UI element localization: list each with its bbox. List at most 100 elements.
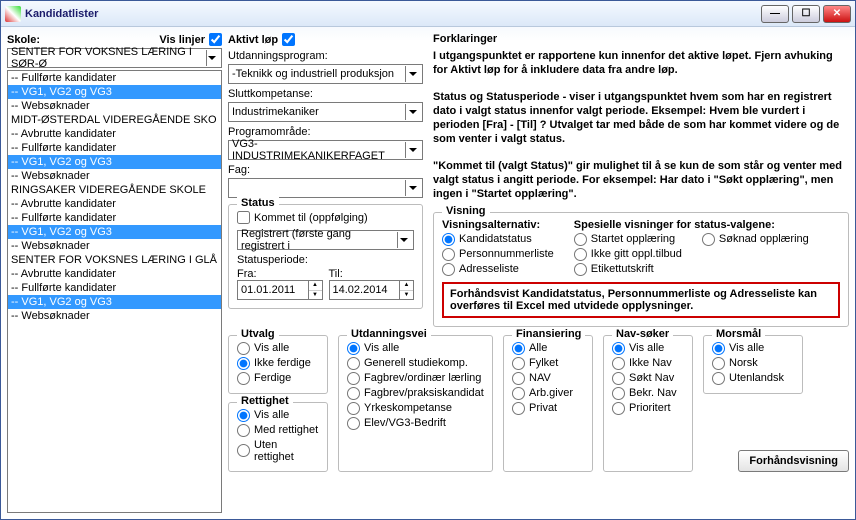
legend: Utdanningsvei [347,328,431,340]
left-header: Skole: Vis linjer [7,33,222,46]
radio-s-kt-nav[interactable]: Søkt Nav [612,372,684,385]
programomrade-label: Programområde: [228,126,423,138]
chevron-down-icon [405,142,419,158]
radio-utenlandsk[interactable]: Utenlandsk [712,372,794,385]
spes-col2: Søknad opplæring [702,233,809,276]
radio-privat[interactable]: Privat [512,402,584,415]
chevron-down-icon [397,232,410,248]
list-item[interactable]: -- Fullførte kandidater [8,211,221,225]
spinner-icon[interactable]: ▲▼ [400,280,414,300]
radio-elev-vg3-bedrift[interactable]: Elev/VG3-Bedrift [347,417,484,430]
radio-ikke-nav[interactable]: Ikke Nav [612,357,684,370]
vis-linjer-label: Vis linjer [159,34,205,46]
skole-combo[interactable]: SENTER FOR VOKSNES LÆRING I SØR-Ø [7,48,222,68]
minimize-button[interactable]: — [761,5,789,23]
visning-fieldset: Visning Visningsalternativ: Kandidatstat… [433,212,849,327]
spes-col1: Startet opplæring Ikke gitt oppl.tilbud … [574,233,682,276]
list-item[interactable]: -- Fullførte kandidater [8,71,221,85]
body: Skole: Vis linjer SENTER FOR VOKSNES LÆR… [1,27,855,519]
spesielle-col: Spesielle visninger for status-valgene: … [574,219,840,276]
fag-combo[interactable] [228,178,423,198]
radio-fylket[interactable]: Fylket [512,357,584,370]
list-item[interactable]: -- Avbrutte kandidater [8,267,221,281]
maximize-button[interactable]: ☐ [792,5,820,23]
vis-linjer-checkbox[interactable] [209,33,222,46]
list-item[interactable]: -- Fullførte kandidater [8,281,221,295]
radio-yrkeskompetanse[interactable]: Yrkeskompetanse [347,402,484,415]
window: Kandidatlister — ☐ ✕ Skole: Vis linjer S… [0,0,856,520]
list-item[interactable]: MIDT-ØSTERDAL VIDEREGÅENDE SKO [8,113,221,127]
radio-startet-opplaering[interactable]: Startet opplæring [574,233,682,246]
radio-ikke-ferdige[interactable]: Ikke ferdige [237,357,319,370]
middle-panel: Aktivt løp Utdanningsprogram: -Teknikk o… [228,33,423,327]
statusperiode-label: Statusperiode: [237,254,414,266]
spinner-icon[interactable]: ▲▼ [309,280,323,300]
fra-input[interactable]: 01.01.2011 ▲▼ [237,280,323,300]
list-item[interactable]: -- Websøknader [8,239,221,253]
list-item[interactable]: -- VG1, VG2 og VG3 [8,225,221,239]
radio-generell-studiekomp-[interactable]: Generell studiekomp. [347,357,484,370]
til-input[interactable]: 14.02.2014 ▲▼ [329,280,415,300]
radio-vis-alle[interactable]: Vis alle [237,342,319,355]
list-item[interactable]: -- Avbrutte kandidater [8,197,221,211]
radio-ikke-gitt[interactable]: Ikke gitt oppl.tilbud [574,248,682,261]
list-item[interactable]: -- VG1, VG2 og VG3 [8,85,221,99]
radio-vis-alle[interactable]: Vis alle [237,409,319,422]
radio-med-rettighet[interactable]: Med rettighet [237,424,319,437]
sluttkompetanse-combo[interactable]: Industrimekaniker [228,102,423,122]
programomrade-combo[interactable]: VG3-INDUSTRIMEKANIKERFAGET [228,140,423,160]
radio-alle[interactable]: Alle [512,342,584,355]
skole-list[interactable]: -- Fullførte kandidater-- VG1, VG2 og VG… [7,70,222,513]
radio-adresseliste[interactable]: Adresseliste [442,263,554,276]
radio-uten-rettighet[interactable]: Uten rettighet [237,439,319,463]
radio-fagbrev-praksiskandidat[interactable]: Fagbrev/praksiskandidat [347,387,484,400]
legend: Finansiering [512,328,585,340]
status-legend: Status [237,197,279,209]
radio-soknad-opplaering[interactable]: Søknad opplæring [702,233,809,246]
list-item[interactable]: -- Websøknader [8,169,221,183]
radio-vis-alle[interactable]: Vis alle [612,342,684,355]
utvalg-fieldset: UtvalgVis alleIkke ferdigeFerdige [228,335,328,394]
kommet-til-row: Kommet til (oppfølging) [237,211,414,224]
explain-p2: Status og Statusperiode - viser i utgang… [433,90,849,147]
aktivt-lop-checkbox[interactable] [282,33,295,46]
morsmal-preview-col: MorsmålVis alleNorskUtenlandsk Forhåndsv… [703,331,849,472]
right-panel: Forklaringer I utgangspunktet er rapport… [433,33,849,327]
list-item[interactable]: SENTER FOR VOKSNES LÆRING I GLÅ [8,253,221,267]
kommet-til-checkbox[interactable] [237,211,250,224]
list-item[interactable]: -- Websøknader [8,99,221,113]
radio-bekr-nav[interactable]: Bekr. Nav [612,387,684,400]
chevron-down-icon [405,180,419,196]
radio-vis-alle[interactable]: Vis alle [347,342,484,355]
window-title: Kandidatlister [25,8,761,20]
explain-p1: I utgangspunktet er rapportene kun innen… [433,49,849,78]
list-item[interactable]: -- VG1, VG2 og VG3 [8,295,221,309]
utdanningsprogram-combo[interactable]: -Teknikk og industriell produksjon [228,64,423,84]
list-item[interactable]: -- Avbrutte kandidater [8,127,221,141]
radio-nav[interactable]: NAV [512,372,584,385]
status-fieldset: Status Kommet til (oppfølging) Registrer… [228,204,423,309]
status-combo[interactable]: Registrert (første gang registrert i [237,230,414,250]
list-item[interactable]: RINGSAKER VIDEREGÅENDE SKOLE [8,183,221,197]
fra-col: Fra: 01.01.2011 ▲▼ [237,268,323,300]
list-item[interactable]: -- VG1, VG2 og VG3 [8,155,221,169]
radio-ferdige[interactable]: Ferdige [237,372,319,385]
radio-arb-giver[interactable]: Arb.giver [512,387,584,400]
radio-etikettutskrift[interactable]: Etikettutskrift [574,263,682,276]
list-item[interactable]: -- Websøknader [8,309,221,323]
list-item[interactable]: -- Fullførte kandidater [8,141,221,155]
sluttkompetanse-label: Sluttkompetanse: [228,88,423,100]
radio-kandidatstatus[interactable]: Kandidatstatus [442,233,554,246]
legend: Rettighet [237,395,293,407]
spes-row: Startet opplæring Ikke gitt oppl.tilbud … [574,233,840,276]
radio-vis-alle[interactable]: Vis alle [712,342,794,355]
close-button[interactable]: ✕ [823,5,851,23]
forhandsvisning-button[interactable]: Forhåndsvisning [738,450,849,472]
radio-prioritert[interactable]: Prioritert [612,402,684,415]
radio-personnummerliste[interactable]: Personnummerliste [442,248,554,261]
spesielle-label: Spesielle visninger for status-valgene: [574,219,840,231]
radio-fagbrev-ordin-r-l-rling[interactable]: Fagbrev/ordinær lærling [347,372,484,385]
skole-label: Skole: [7,34,159,46]
radio-norsk[interactable]: Norsk [712,357,794,370]
finansiering-fieldset: FinansieringAlleFylketNAVArb.giverPrivat [503,335,593,472]
